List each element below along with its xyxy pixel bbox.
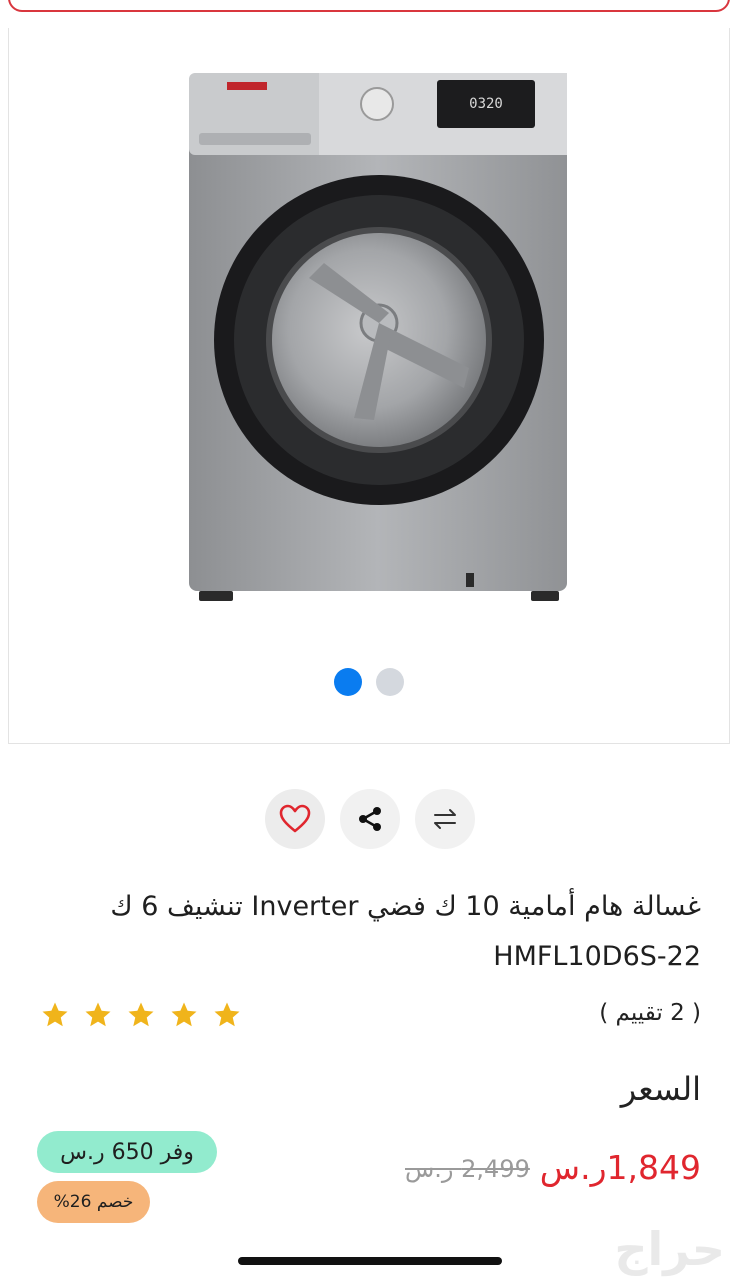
savings-badge: وفر 650 ر.س bbox=[37, 1131, 217, 1173]
product-image-gallery[interactable]: 0320 bbox=[8, 28, 730, 744]
site-watermark: حراج bbox=[614, 1222, 725, 1276]
star-icon bbox=[42, 1002, 68, 1027]
gallery-dot-active[interactable] bbox=[334, 668, 362, 696]
price-label: السعر bbox=[620, 1070, 701, 1108]
star-icon bbox=[128, 1002, 154, 1027]
heart-icon bbox=[279, 804, 310, 833]
product-title: غسالة هام أمامية 10 ك فضي Inverter تنشيف… bbox=[110, 891, 701, 972]
current-price: 1,849ر.س bbox=[539, 1148, 701, 1187]
gallery-dot[interactable] bbox=[376, 668, 404, 696]
home-indicator bbox=[238, 1257, 502, 1265]
share-button[interactable] bbox=[339, 789, 400, 849]
product-image: 0320 bbox=[189, 73, 567, 601]
original-price: 2,499 ر.س bbox=[405, 1155, 530, 1183]
compare-icon bbox=[433, 809, 456, 829]
rating-stars[interactable] bbox=[40, 1000, 242, 1030]
washer-display-readout: 0320 bbox=[469, 96, 503, 112]
rating-row: ( 2 تقييم ) bbox=[40, 1000, 701, 1034]
discount-badge: خصم 26% bbox=[37, 1181, 150, 1223]
rating-count[interactable]: ( 2 تقييم ) bbox=[599, 1000, 701, 1026]
share-icon bbox=[358, 807, 381, 831]
compare-button[interactable] bbox=[414, 789, 475, 849]
star-icon bbox=[171, 1002, 197, 1027]
star-icon bbox=[214, 1002, 240, 1027]
gallery-pagination bbox=[9, 668, 729, 696]
star-icon bbox=[85, 1002, 111, 1027]
favorite-button[interactable] bbox=[264, 789, 325, 849]
top-banner-frame bbox=[8, 0, 730, 12]
product-actions bbox=[0, 789, 739, 849]
